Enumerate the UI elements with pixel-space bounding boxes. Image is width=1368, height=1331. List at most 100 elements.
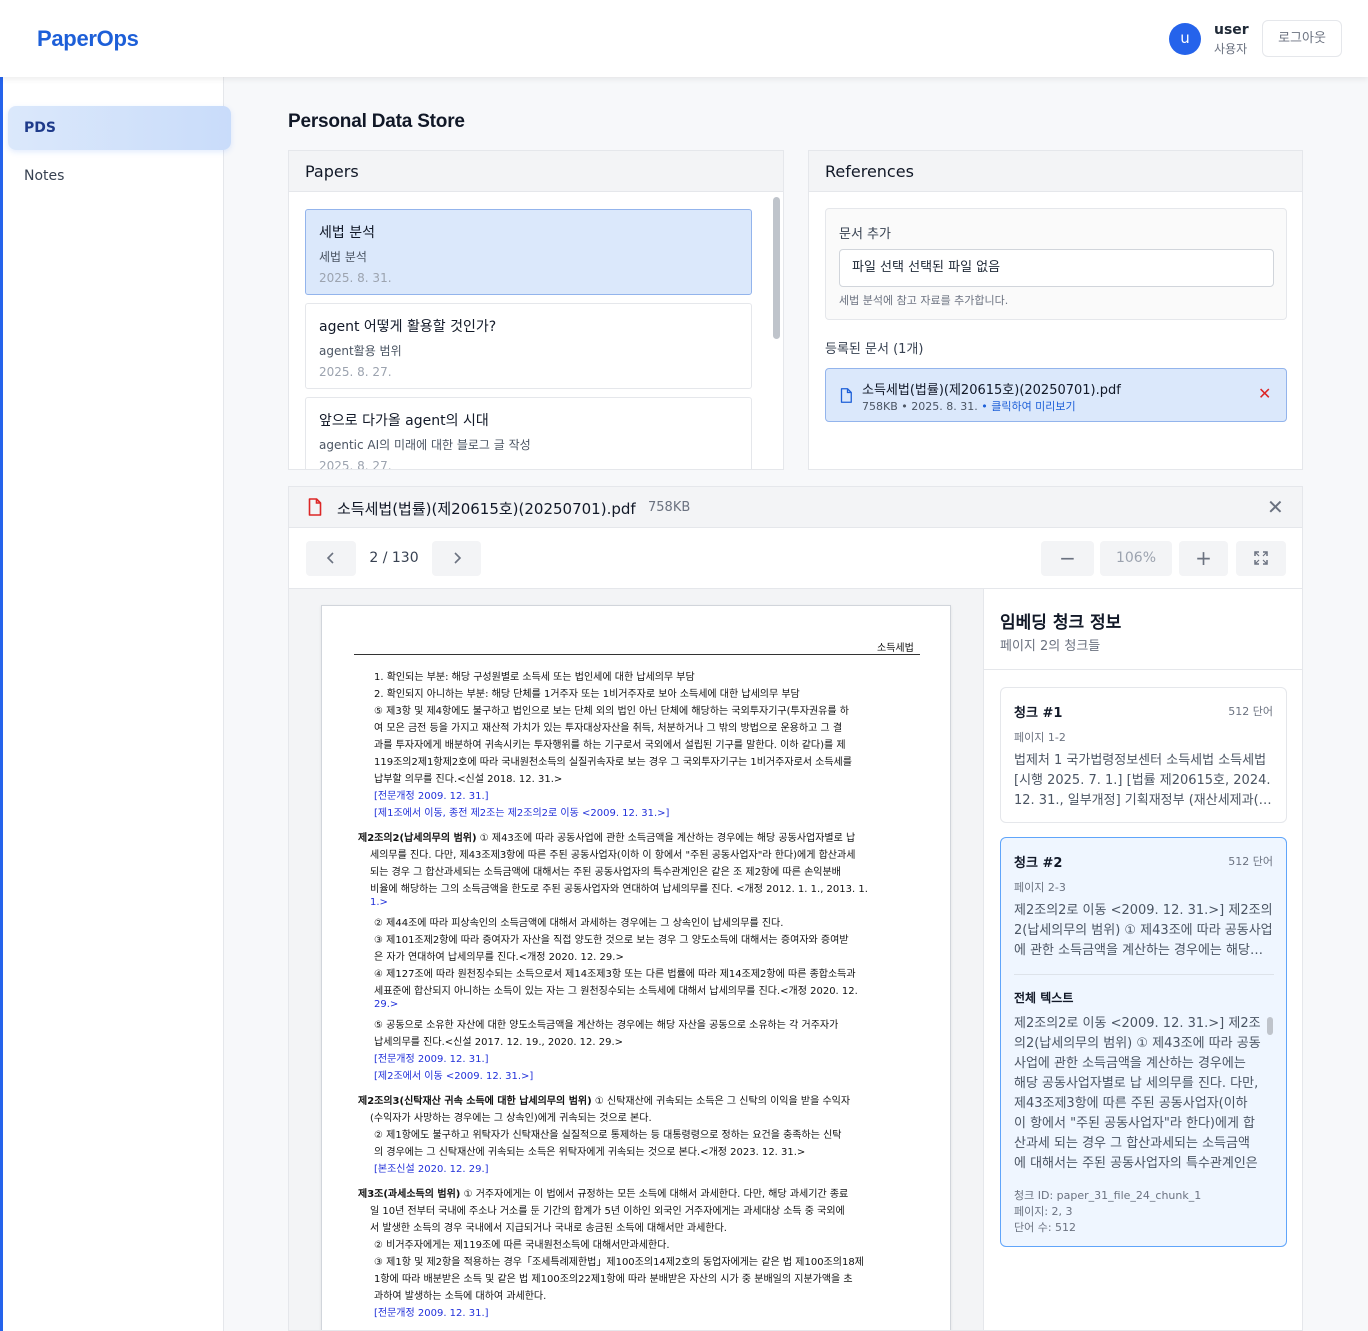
page-indicator: 2 / 130 [369,550,419,566]
app-logo[interactable]: PaperOps [37,26,139,52]
pdf-text-line: [제2조에서 이동 <2009. 12. 31.>] [374,1071,534,1082]
registered-documents-label: 등록된 문서 (1개) [825,342,924,357]
pdf-text-line: 1. 확인되는 부분: 해당 구성원별로 소득세 또는 법인세에 대한 납세의무… [374,672,695,683]
sidebar: PDS Notes [0,77,231,1331]
divider [1014,974,1274,975]
chunk-panel-title: 임베딩 청크 정보 [1000,613,1122,633]
pdf-text-line: [본조신설 2020. 12. 29.] [374,1164,489,1175]
logout-button[interactable]: 로그아웃 [1262,20,1342,57]
user-name: user [1214,22,1249,38]
zoom-in-button[interactable]: + [1179,541,1228,576]
pdf-text-line: 서 발생한 소득의 경우 국내에서 지급되거나 국내로 송금된 소득에 대해서만… [370,1223,727,1234]
prev-page-button[interactable] [306,541,356,576]
pdf-text-line: ④ 제127조에 따라 원천징수되는 소득으로서 제14조제3항 또는 다른 법… [374,969,856,980]
papers-panel: Papers 세법 분석 세법 분석 2025. 8. 31. agent 어떻… [288,150,784,470]
pdf-text-line: 되는 경우 그 합산과세되는 소득금액에 대해서는 주된 공동사업자의 특수관계… [370,867,841,878]
sidebar-item-notes[interactable]: Notes [8,154,231,198]
add-document-box: 문서 추가 파일 선택 선택된 파일 없음 세법 분석에 참고 자료를 추가합니… [825,208,1287,320]
pdf-text-line: 납부할 의무를 진다.<신설 2018. 12. 31.> [374,774,563,785]
pdf-text-line: 의 경우에는 그 신탁재산에 귀속되는 소득은 위탁자에게 귀속되는 것으로 본… [374,1147,806,1158]
pdf-text-line: 1.> [370,897,388,908]
user-role: 사용자 [1214,42,1248,56]
pdf-text-line: 1항에 따라 배분받은 소득 및 같은 법 제100조의22제1항에 따라 분배… [374,1274,853,1285]
chunk-pages: 페이지 1-2 [1014,731,1066,744]
papers-scrollbar[interactable] [773,197,780,465]
chunk-word-meta: 단어 수: 512 [1014,1221,1077,1234]
pdf-text-line: 여 모은 금전 등을 가지고 재산적 가치가 있는 투자대상자산을 취득, 처분… [374,723,843,734]
paper-card[interactable]: 앞으로 다가올 agent의 시대 agentic AI의 미래에 대한 블로그… [305,397,752,470]
pdf-text-line: ⑤ 제3항 및 제4항에도 불구하고 법인으로 보는 단체 외의 법인 아닌 단… [374,706,849,717]
pdf-page: 소득세법 1. 확인되는 부분: 해당 구성원별로 소득세 또는 법인세에 대한… [321,605,951,1330]
pdf-text-line: 세의무를 진다. 다만, 제43조제3항에 따른 주된 공동사업자(이하 이 항… [370,850,856,861]
chunk-id: 청크 ID: paper_31_file_24_chunk_1 [1014,1189,1202,1202]
references-heading: References [809,151,1302,192]
chunk-title: 청크 #2 [1014,856,1063,871]
paper-title: 앞으로 다가올 agent의 시대 [319,413,489,429]
chunk-card-selected[interactable]: 청크 #2 512 단어 페이지 2-3 제2조의2로 이동 <2009. 12… [1000,837,1287,1247]
pdf-text-line: ② 제44조에 따라 피상속인의 소득금액에 대해서 과세하는 경우에는 그 상… [374,918,784,929]
paper-subtitle: agentic AI의 미래에 대한 블로그 글 작성 [319,438,531,452]
sidebar-item-pds[interactable]: PDS [8,106,231,150]
paper-date: 2025. 8. 27. [319,459,392,470]
pdf-text-line: ③ 제101조제2항에 따라 증여자가 자산을 직접 양도한 것으로 보는 경우… [374,935,849,946]
pdf-text-line: ③ 제1항 및 제2항을 적용하는 경우「조세특례제한법」제100조의14제2호… [374,1257,864,1268]
pdf-text-line: [전문개정 2009. 12. 31.] [374,1054,489,1065]
remove-document-icon[interactable]: ✕ [1258,384,1271,403]
viewer-toolbar: 2 / 130 − 106% + [289,528,1302,589]
full-text-scroll-thumb[interactable] [1267,1017,1273,1035]
paper-card[interactable]: 세법 분석 세법 분석 2025. 8. 31. [305,209,752,295]
pdf-text-line: 2. 확인되지 아니하는 부분: 해당 단체를 1거주자 또는 1비거주자로 보… [374,689,800,700]
paper-date: 2025. 8. 31. [319,271,392,285]
pdf-text-line: 과하여 발생하는 소득에 대하여 과세한다. [374,1291,547,1302]
chunk-pages: 페이지 2-3 [1014,881,1066,894]
article-heading: 제2조의2(납세의무의 범위) [358,833,477,844]
pdf-text-line: 29.> [374,999,399,1010]
pdf-viewer: 소득세법(법률)(제20615호)(20250701).pdf 758KB ✕ … [288,486,1303,1331]
pdf-text-line: 일 10년 전부터 국내에 주소나 거소를 둔 기간의 합계가 5년 이하인 외… [370,1206,845,1217]
chunk-preview: 법제처 1 국가법령정보센터 소득세법 소득세법 [시행 2025. 7. 1.… [1014,753,1272,808]
divider [984,669,1302,670]
pdf-text-line: 119조의2제1항제2호에 따라 국내원천소득의 실질귀속자로 보는 경우 그 … [374,757,852,768]
pdf-canvas-area[interactable]: 소득세법 1. 확인되는 부분: 해당 구성원별로 소득세 또는 법인세에 대한… [289,589,983,1330]
pdf-text-line: 세표준에 합산되지 아니하는 소득이 있는 자는 그 원천징수되는 소득세에 대… [374,986,858,997]
paper-subtitle: 세법 분석 [319,250,367,264]
pdf-file-icon [308,498,322,520]
full-text-scrollbar[interactable] [1267,1014,1273,1172]
paper-title: 세법 분석 [319,225,375,241]
reference-document-info: 758KB • 2025. 8. 31. [862,400,978,413]
paper-subtitle: agent활용 범위 [319,344,402,358]
article-heading: 제3조(과세소득의 범위) [358,1189,461,1200]
close-icon[interactable]: ✕ [1267,495,1284,519]
reference-document-meta: 758KB • 2025. 8. 31. • 클릭하여 미리보기 [862,398,1076,414]
page-title: Personal Data Store [288,111,465,132]
user-avatar: u [1169,23,1201,55]
pdf-text-line: 과를 투자자에게 배분하여 귀속시키는 투자행위를 하는 기구로서 국외에서 설… [374,740,846,751]
pdf-text-line: ② 비거주자에게는 제119조에 따른 국내원천소득에 대해서만과세한다. [374,1240,670,1251]
paper-title: agent 어떻게 활용할 것인가? [319,319,497,335]
chunk-pages-meta: 페이지: 2, 3 [1014,1205,1073,1218]
pdf-text-line: (수익자가 사망하는 경우에는 그 상속인)에게 귀속되는 것으로 본다. [370,1113,652,1124]
paper-card[interactable]: agent 어떻게 활용할 것인가? agent활용 범위 2025. 8. 2… [305,303,752,389]
chunk-panel-subtitle: 페이지 2의 청크들 [1000,639,1101,654]
pdf-text-line: [전문개정 2009. 12. 31.] [374,791,489,802]
pdf-text-line: ② 제1항에도 불구하고 위탁자가 신탁재산을 실질적으로 통제하는 등 대통령… [374,1130,842,1141]
next-page-button[interactable] [432,541,481,576]
pdf-text-line: 납세의무를 진다.<신설 2017. 12. 19., 2020. 12. 29… [374,1037,624,1048]
paper-date: 2025. 8. 27. [319,365,392,379]
chunk-word-count: 512 단어 [1228,855,1273,868]
pdf-page-header: 소득세법 [877,643,914,654]
zoom-out-button[interactable]: − [1041,541,1094,576]
reference-document[interactable]: 소득세법(법률)(제20615호)(20250701).pdf 758KB • … [825,368,1287,422]
chunk-card[interactable]: 청크 #1 512 단어 페이지 1-2 법제처 1 국가법령정보센터 소득세법… [1000,687,1287,823]
chunk-full-text[interactable]: 제2조의2로 이동 <2009. 12. 31.>] 제2조의2(납세의무의 범… [1014,1014,1261,1172]
pdf-text-line: [제1조에서 이동, 종전 제2조는 제2조의2로 이동 <2009. 12. … [374,808,670,819]
reference-document-name: 소득세법(법률)(제20615호)(20250701).pdf [862,383,1121,398]
file-input[interactable]: 파일 선택 선택된 파일 없음 [839,249,1274,287]
preview-link[interactable]: • 클릭하여 미리보기 [981,400,1075,413]
article-heading: 제2조의3(신탁재산 귀속 소득에 대한 납세의무의 범위) [358,1096,592,1107]
fullscreen-button[interactable] [1236,541,1286,576]
zoom-level: 106% [1100,541,1172,576]
full-text-label: 전체 텍스트 [1014,991,1074,1005]
chunk-title: 청크 #1 [1014,706,1063,721]
papers-scroll-thumb[interactable] [773,197,780,339]
